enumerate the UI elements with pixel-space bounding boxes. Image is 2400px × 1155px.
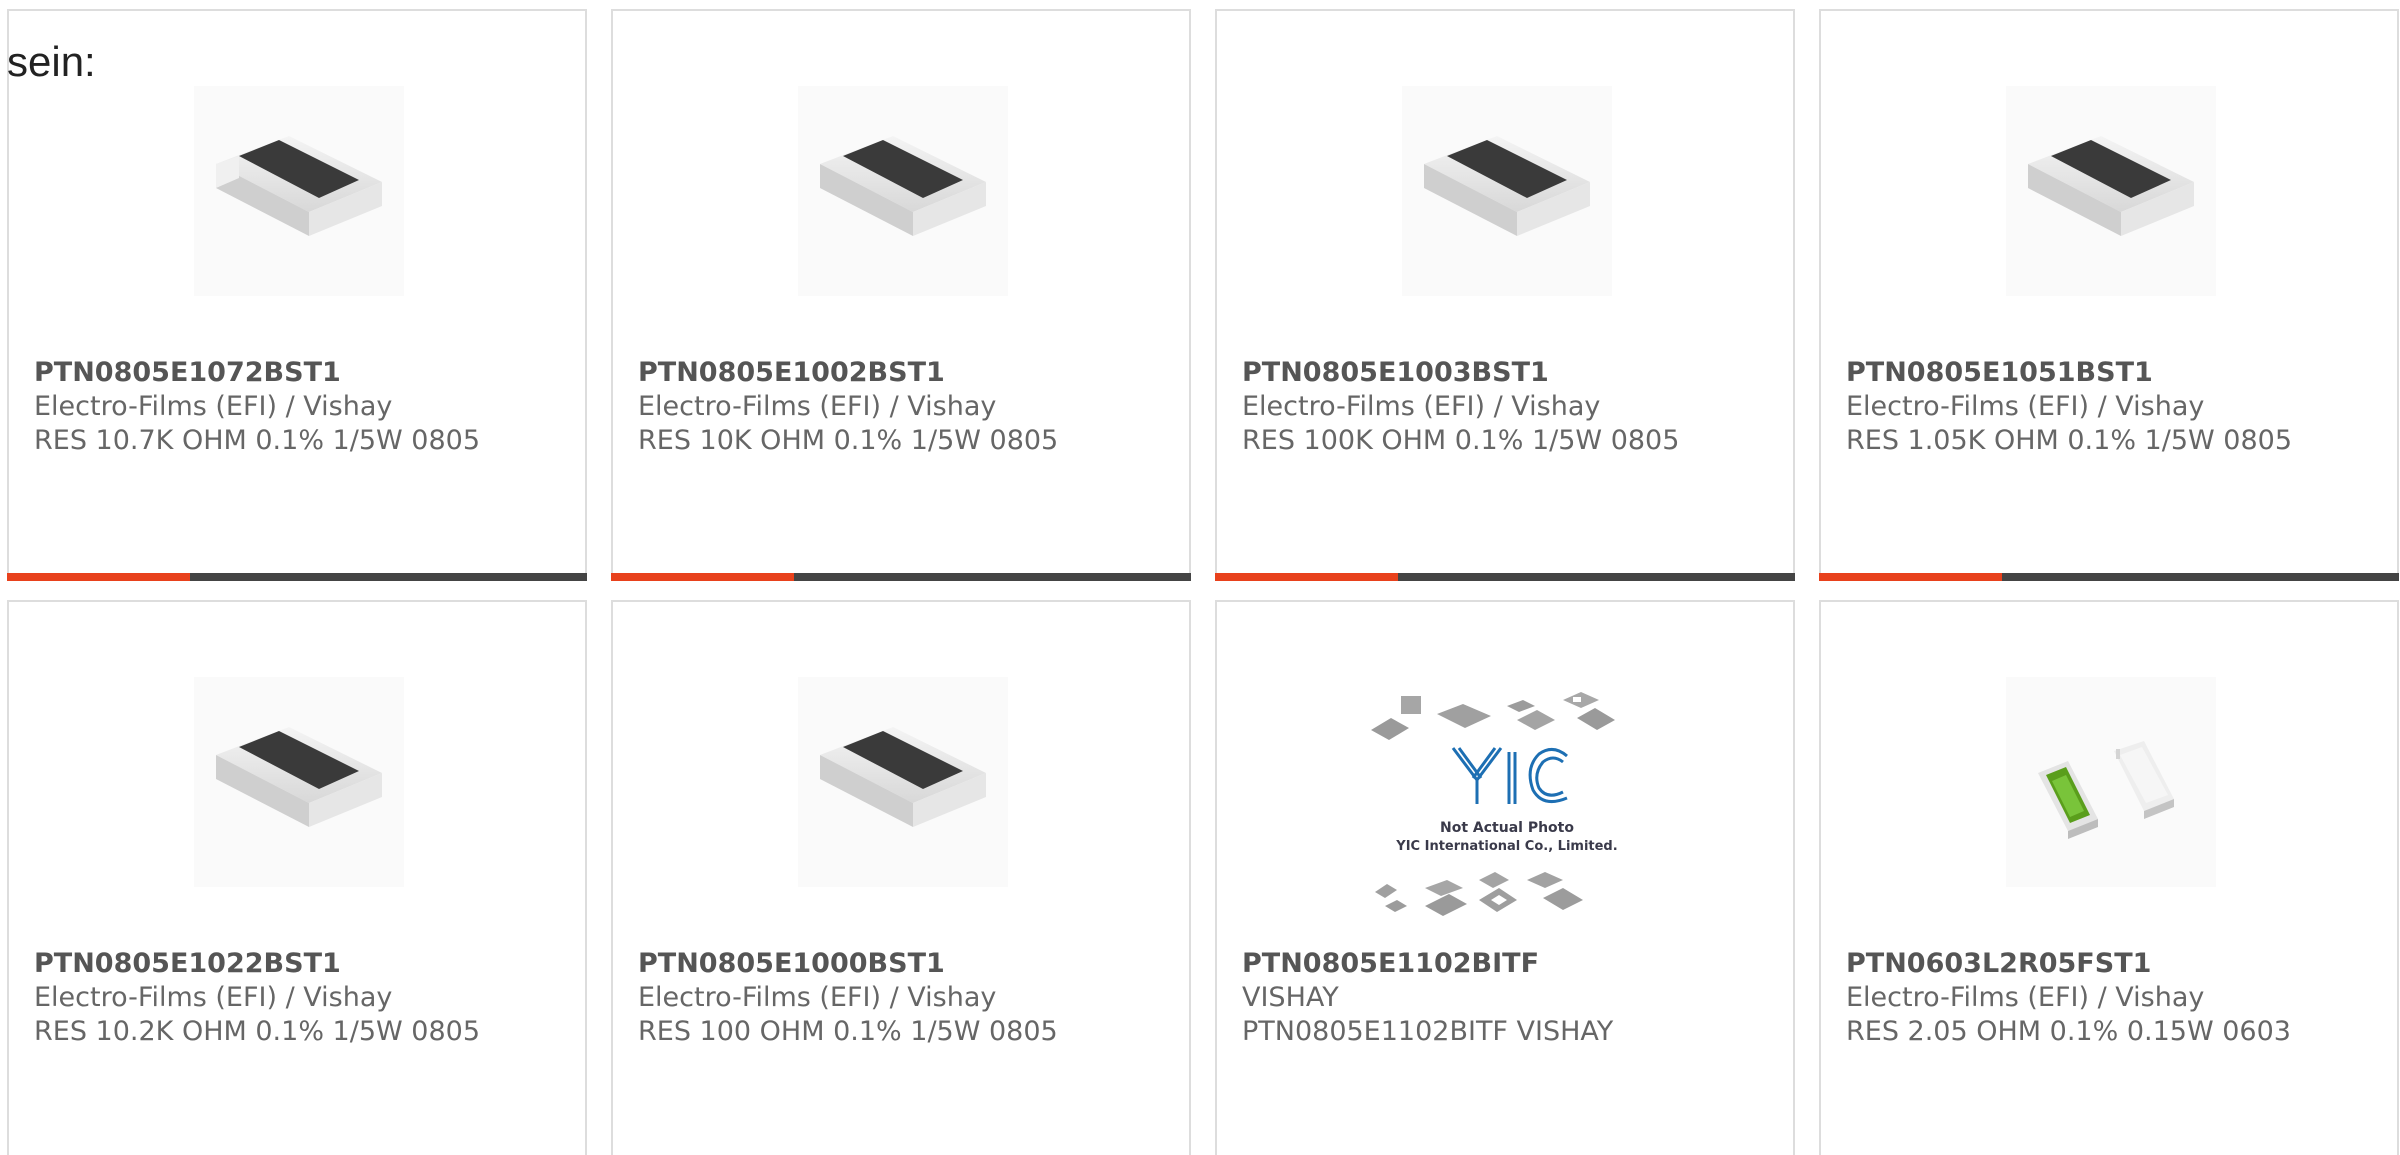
manufacturer: Electro-Films (EFI) / Vishay (638, 391, 997, 422)
intro-text: sein: (7, 38, 96, 85)
description: RES 10K OHM 0.1% 1/5W 0805 (638, 425, 1059, 456)
manufacturer: Electro-Films (EFI) / Vishay (34, 391, 393, 422)
part-number[interactable]: PTN0805E1051BST1 (1846, 356, 2387, 390)
chip-resistor-0805-icon (194, 86, 404, 296)
part-number[interactable]: PTN0805E1003BST1 (1242, 356, 1783, 390)
product-card[interactable]: PTN0805E1072BST1 Electro-Films (EFI) / V… (7, 9, 587, 581)
not-actual-photo-placeholder: Not Actual Photo YIC International Co., … (1367, 692, 1647, 932)
card-footer-bar (1215, 573, 1795, 581)
part-number[interactable]: PTN0805E1102BITF (1242, 947, 1783, 981)
product-card[interactable]: PTN0603L2R05FST1 Electro-Films (EFI) / V… (1819, 600, 2399, 1155)
card-footer-bar (7, 573, 587, 581)
description: RES 100 OHM 0.1% 1/5W 0805 (638, 1016, 1058, 1047)
part-number[interactable]: PTN0805E1002BST1 (638, 356, 1179, 390)
chip-resistor-0805-icon (798, 677, 1008, 887)
card-footer-accent (1819, 573, 2002, 581)
manufacturer: Electro-Films (EFI) / Vishay (1242, 391, 1601, 422)
description: RES 1.05K OHM 0.1% 1/5W 0805 (1846, 425, 2293, 456)
placeholder-line-1: Not Actual Photo (1440, 820, 1574, 836)
part-number[interactable]: PTN0805E1000BST1 (638, 947, 1179, 981)
description: RES 10.7K OHM 0.1% 1/5W 0805 (34, 425, 481, 456)
product-card[interactable]: PTN0805E1022BST1 Electro-Films (EFI) / V… (7, 600, 587, 1155)
manufacturer: Electro-Films (EFI) / Vishay (34, 982, 393, 1013)
part-number[interactable]: PTN0603L2R05FST1 (1846, 947, 2387, 981)
product-card[interactable]: PTN0805E1000BST1 Electro-Films (EFI) / V… (611, 600, 1191, 1155)
card-footer-accent (1215, 573, 1398, 581)
card-footer-bar (611, 573, 1191, 581)
product-card[interactable]: Not Actual Photo YIC International Co., … (1215, 600, 1795, 1155)
card-footer-bar (1819, 573, 2399, 581)
manufacturer: VISHAY (1242, 982, 1339, 1013)
chip-resistor-0603-pair-icon (2006, 677, 2216, 887)
product-card[interactable]: PTN0805E1003BST1 Electro-Films (EFI) / V… (1215, 9, 1795, 581)
card-footer-accent (7, 573, 190, 581)
chip-resistor-0805-icon (194, 677, 404, 887)
part-number[interactable]: PTN0805E1072BST1 (34, 356, 575, 390)
product-card[interactable]: PTN0805E1002BST1 Electro-Films (EFI) / V… (611, 9, 1191, 581)
product-card[interactable]: PTN0805E1051BST1 Electro-Films (EFI) / V… (1819, 9, 2399, 581)
description: PTN0805E1102BITF VISHAY (1242, 1016, 1614, 1047)
description: RES 100K OHM 0.1% 1/5W 0805 (1242, 425, 1680, 456)
placeholder-line-2: YIC International Co., Limited. (1395, 839, 1617, 854)
description: RES 2.05 OHM 0.1% 0.15W 0603 (1846, 1016, 2291, 1047)
chip-resistor-0805-icon (2006, 86, 2216, 296)
manufacturer: Electro-Films (EFI) / Vishay (1846, 391, 2205, 422)
manufacturer: Electro-Films (EFI) / Vishay (1846, 982, 2205, 1013)
card-footer-accent (611, 573, 794, 581)
part-number[interactable]: PTN0805E1022BST1 (34, 947, 575, 981)
chip-resistor-0805-icon (798, 86, 1008, 296)
manufacturer: Electro-Films (EFI) / Vishay (638, 982, 997, 1013)
description: RES 10.2K OHM 0.1% 1/5W 0805 (34, 1016, 481, 1047)
product-grid-page: sein: PTN0805E1072BST1 Electro-Films (EF… (0, 0, 2400, 1155)
chip-resistor-0805-icon (1402, 86, 1612, 296)
